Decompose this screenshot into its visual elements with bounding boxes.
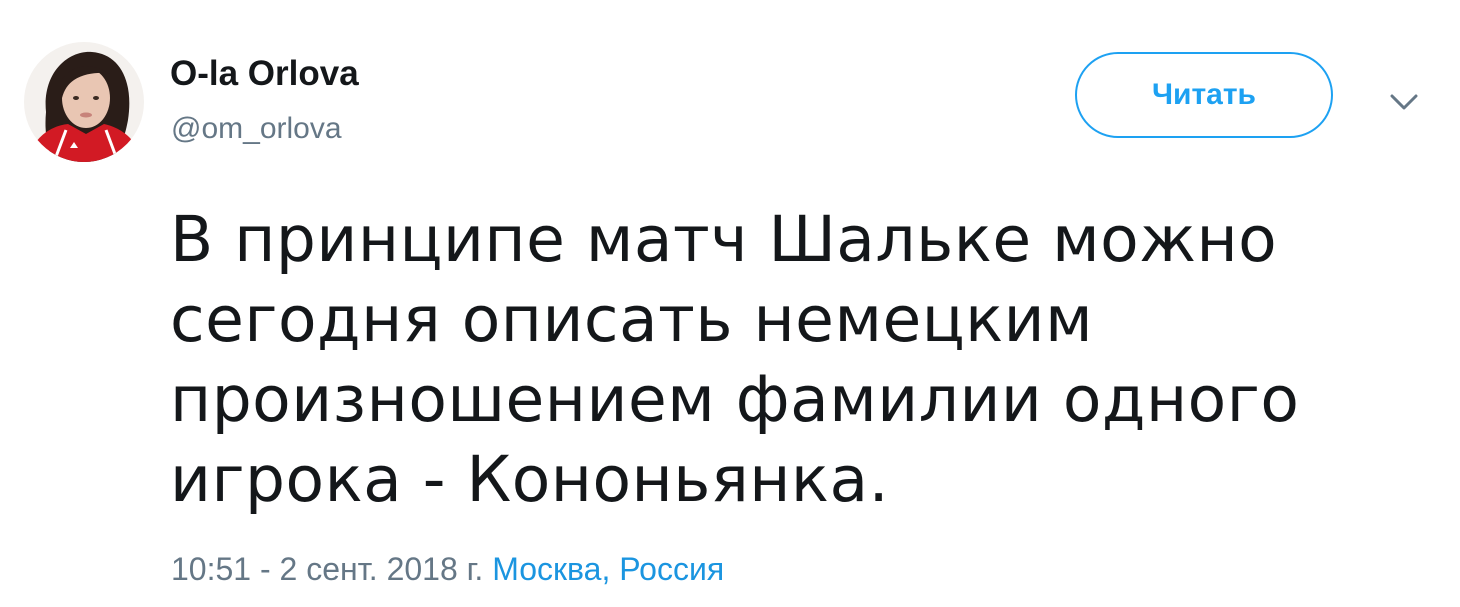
tweet-text-line: сегодня описать немецким (170, 283, 1094, 356)
tweet-timestamp[interactable]: 10:51 - 2 сент. 2018 г. (171, 551, 483, 587)
user-handle[interactable]: @om_orlova (171, 110, 342, 148)
tweet-text-line: произношением фамилии одного (170, 363, 1300, 436)
follow-button[interactable]: Читать (1075, 52, 1333, 138)
display-name[interactable]: O-la Orlova (170, 52, 359, 96)
tweet-metadata: 10:51 - 2 сент. 2018 г. Москва, Россия (171, 549, 724, 589)
profile-photo (24, 42, 144, 162)
chevron-down-icon[interactable] (1384, 86, 1424, 118)
tweet-text-line: игрока - Кононьянка. (170, 443, 890, 516)
tweet-location[interactable]: Москва, Россия (492, 551, 724, 587)
tweet-text-line: В принципе матч Шальке можно (170, 203, 1278, 276)
avatar[interactable] (24, 42, 144, 162)
tweet-text: В принципе матч Шальке можно сегодня опи… (170, 200, 1300, 520)
